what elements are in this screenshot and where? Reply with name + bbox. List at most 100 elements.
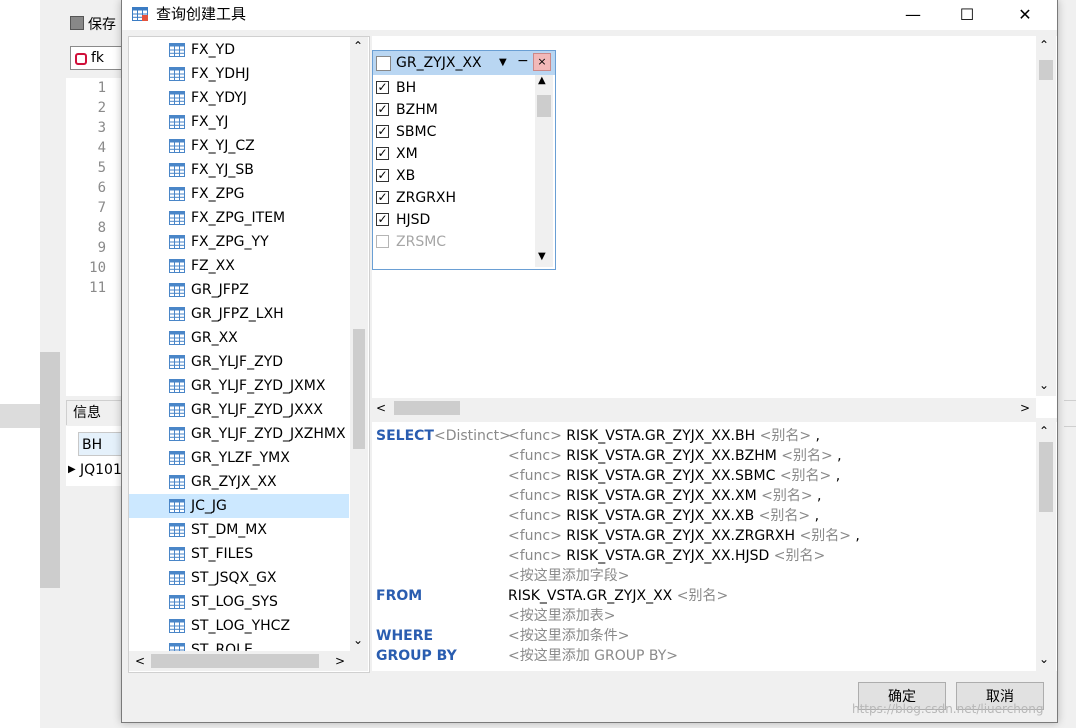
field-name[interactable]: RISK_VSTA.GR_ZYJX_XX.BZHM: [566, 448, 777, 464]
scroll-down-icon[interactable]: ⌄: [1039, 652, 1049, 666]
alias-placeholder[interactable]: <别名>: [759, 508, 810, 524]
tree-item[interactable]: ST_DM_MX: [129, 518, 349, 542]
from-table[interactable]: RISK_VSTA.GR_ZYJX_XX: [508, 588, 672, 604]
field-name[interactable]: RISK_VSTA.GR_ZYJX_XX.XM: [566, 488, 756, 504]
add-groupby-link[interactable]: <按这里添加 GROUP BY>: [508, 646, 678, 666]
select-field-line[interactable]: <func> RISK_VSTA.GR_ZYJX_XX.BH <别名> ,: [508, 426, 820, 446]
select-field-line[interactable]: <func> RISK_VSTA.GR_ZYJX_XX.HJSD <别名>: [508, 546, 825, 566]
select-field-line[interactable]: <func> RISK_VSTA.GR_ZYJX_XX.BZHM <别名> ,: [508, 446, 842, 466]
add-field-link[interactable]: <按这里添加字段>: [508, 566, 629, 586]
alias-placeholder[interactable]: <别名>: [774, 548, 825, 564]
tree-item[interactable]: GR_YLZF_YMX: [129, 446, 349, 470]
scroll-up-icon[interactable]: ⌃: [353, 39, 363, 53]
table-box[interactable]: GR_ZYJX_XX ▼ − × ✓ BH ✓ BZHM ✓ SBMC ✓ XM ✓ XB ✓ ZRG…: [372, 50, 556, 270]
dropdown-arrow-icon[interactable]: ▼: [499, 53, 507, 73]
column-checkbox[interactable]: ✓: [376, 169, 389, 182]
column-row[interactable]: ✓ SBMC: [373, 121, 535, 143]
column-checkbox[interactable]: [376, 235, 389, 248]
design-canvas[interactable]: GR_ZYJX_XX ▼ − × ✓ BH ✓ BZHM ✓ SBMC ✓ XM ✓ XB ✓ ZRG…: [372, 36, 1057, 418]
field-name[interactable]: RISK_VSTA.GR_ZYJX_XX.SBMC: [566, 468, 775, 484]
field-name[interactable]: RISK_VSTA.GR_ZYJX_XX.HJSD: [566, 548, 769, 564]
func-placeholder[interactable]: <func>: [508, 508, 562, 524]
tab-info[interactable]: 信息: [66, 400, 128, 425]
sql-preview[interactable]: SELECT<Distinct> <func> RISK_VSTA.GR_ZYJ…: [372, 422, 1057, 671]
tree-item[interactable]: GR_YLJF_ZYD_JXMX: [129, 374, 349, 398]
select-field-line[interactable]: <func> RISK_VSTA.GR_ZYJX_XX.ZRGRXH <别名> …: [508, 526, 860, 546]
remove-table-button[interactable]: ×: [533, 53, 551, 71]
tree-item[interactable]: FX_YJ_CZ: [129, 134, 349, 158]
sql-scroll-thumb[interactable]: [1039, 442, 1053, 512]
scroll-down-icon[interactable]: ⌄: [1039, 378, 1049, 392]
column-row[interactable]: ZRSMC: [373, 231, 535, 253]
minimize-button[interactable]: —: [890, 0, 936, 30]
tree-item[interactable]: FX_YDYJ: [129, 86, 349, 110]
scroll-down-icon[interactable]: ⌄: [353, 633, 363, 647]
column-list-scroll-thumb[interactable]: [537, 95, 551, 117]
scroll-right-icon[interactable]: >: [335, 651, 345, 671]
alias-placeholder[interactable]: <别名>: [781, 448, 832, 464]
select-all-checkbox[interactable]: [376, 56, 391, 71]
tree-item[interactable]: GR_YLJF_ZYD_JXZHMX: [129, 422, 349, 446]
close-button[interactable]: ✕: [1002, 0, 1048, 30]
tree-item[interactable]: GR_YLJF_ZYD_JXXX: [129, 398, 349, 422]
column-row[interactable]: ✓ XB: [373, 165, 535, 187]
select-field-line[interactable]: <func> RISK_VSTA.GR_ZYJX_XX.XB <别名> ,: [508, 506, 819, 526]
tree-item[interactable]: GR_XX: [129, 326, 349, 350]
tree-item[interactable]: FX_ZPG: [129, 182, 349, 206]
alias-placeholder[interactable]: <别名>: [760, 428, 811, 444]
tree-item[interactable]: FX_ZPG_ITEM: [129, 206, 349, 230]
scroll-left-icon[interactable]: <: [376, 398, 386, 418]
field-name[interactable]: RISK_VSTA.GR_ZYJX_XX.BH: [566, 428, 755, 444]
tree-item[interactable]: GR_JFPZ: [129, 278, 349, 302]
add-table-link[interactable]: <按这里添加表>: [508, 606, 615, 626]
scroll-up-icon[interactable]: ⌃: [1039, 424, 1049, 438]
canvas-horizontal-scrollbar[interactable]: [372, 398, 1036, 418]
distinct-placeholder[interactable]: <Distinct>: [434, 428, 511, 444]
tree-item[interactable]: ST_FILES: [129, 542, 349, 566]
canvas-hscroll-thumb[interactable]: [394, 401, 460, 415]
tree-item[interactable]: GR_ZYJX_XX: [129, 470, 349, 494]
table-alias-placeholder[interactable]: <别名>: [677, 588, 728, 604]
add-condition-link[interactable]: <按这里添加条件>: [508, 626, 629, 646]
grid-column-header[interactable]: BH: [78, 432, 126, 456]
minimize-table-icon[interactable]: −: [517, 51, 529, 71]
alias-placeholder[interactable]: <别名>: [780, 468, 831, 484]
func-placeholder[interactable]: <func>: [508, 468, 562, 484]
tree-scroll-thumb[interactable]: [353, 329, 365, 449]
tree-item[interactable]: FX_YJ_SB: [129, 158, 349, 182]
column-checkbox[interactable]: ✓: [376, 213, 389, 226]
func-placeholder[interactable]: <func>: [508, 428, 562, 444]
select-field-line[interactable]: <func> RISK_VSTA.GR_ZYJX_XX.XM <别名> ,: [508, 486, 822, 506]
func-placeholder[interactable]: <func>: [508, 528, 562, 544]
tree-item[interactable]: JC_JG: [129, 494, 349, 518]
background-scrollbar[interactable]: [40, 352, 60, 588]
connection-selector[interactable]: fk: [70, 46, 127, 70]
table-box-header[interactable]: GR_ZYJX_XX ▼ − ×: [373, 51, 555, 75]
column-row[interactable]: ✓ HJSD: [373, 209, 535, 231]
column-checkbox[interactable]: ✓: [376, 191, 389, 204]
scroll-up-icon[interactable]: ▲: [538, 75, 546, 86]
column-checkbox[interactable]: ✓: [376, 81, 389, 94]
tree-item[interactable]: ST_LOG_YHCZ: [129, 614, 349, 638]
alias-placeholder[interactable]: <别名>: [761, 488, 812, 504]
groupby-keyword[interactable]: GROUP BY: [376, 646, 457, 666]
tree-item[interactable]: ST_JSQX_GX: [129, 566, 349, 590]
column-row[interactable]: ✓ BH: [373, 77, 535, 99]
scroll-right-icon[interactable]: >: [1020, 398, 1030, 418]
scroll-left-icon[interactable]: <: [135, 651, 145, 671]
canvas-scroll-thumb[interactable]: [1039, 60, 1053, 80]
func-placeholder[interactable]: <func>: [508, 548, 562, 564]
tree-item[interactable]: FX_YD: [129, 38, 349, 62]
tree-item[interactable]: FX_YDHJ: [129, 62, 349, 86]
tree-item[interactable]: GR_YLJF_ZYD: [129, 350, 349, 374]
from-keyword[interactable]: FROM: [376, 586, 422, 606]
table-tree[interactable]: FX_YD FX_YDHJ FX_YDYJ FX_YJ FX_YJ_CZ FX_YJ_SB…: [128, 36, 370, 673]
alias-placeholder[interactable]: <别名>: [799, 528, 850, 544]
grid-row[interactable]: ▶ JQ101: [66, 458, 126, 482]
title-bar[interactable]: 查询创建工具 — ☐ ✕: [122, 0, 1057, 30]
field-name[interactable]: RISK_VSTA.GR_ZYJX_XX.ZRGRXH: [566, 528, 795, 544]
column-checkbox[interactable]: ✓: [376, 147, 389, 160]
func-placeholder[interactable]: <func>: [508, 448, 562, 464]
canvas-vertical-scrollbar[interactable]: [1036, 36, 1056, 396]
save-button[interactable]: 保存: [70, 14, 116, 34]
